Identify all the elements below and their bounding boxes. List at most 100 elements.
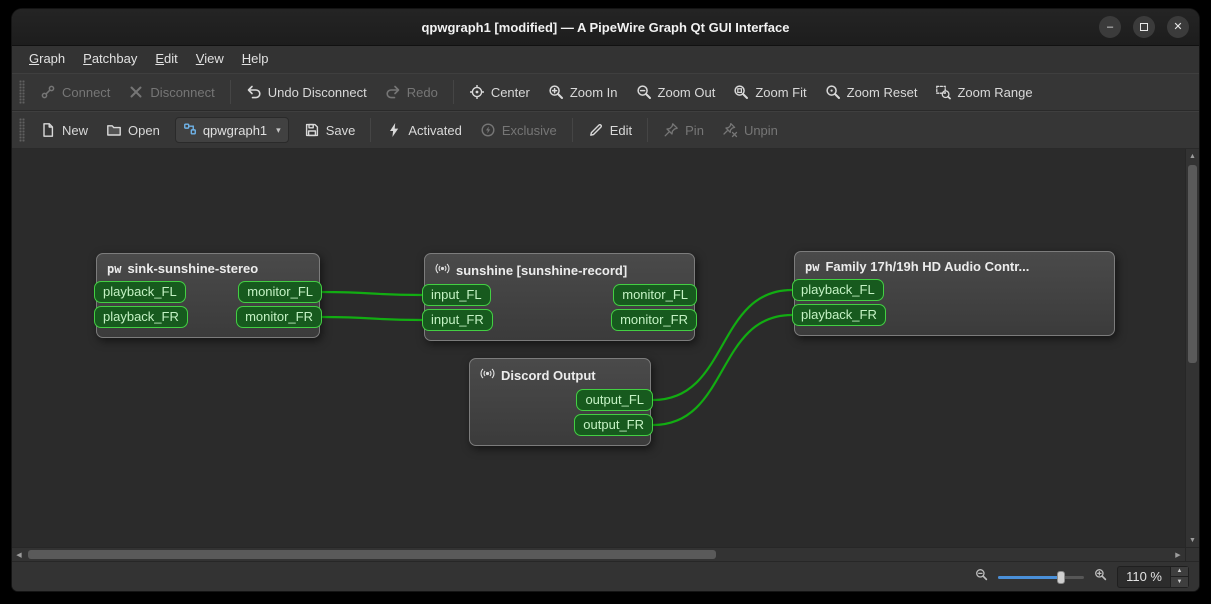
undo-disconnect-button[interactable]: Undo Disconnect: [237, 79, 376, 105]
node-sink-sunshine-stereo[interactable]: pw sink-sunshine-stereo playback_FL play…: [94, 253, 322, 338]
vertical-scrollbar[interactable]: ▲ ▼: [1185, 149, 1199, 547]
port-output[interactable]: monitor_FR: [611, 309, 697, 331]
port-input[interactable]: playback_FR: [792, 304, 886, 326]
port-input[interactable]: input_FL: [422, 284, 491, 306]
zoom-range-button[interactable]: Zoom Range: [926, 79, 1041, 105]
exclusive-icon: [480, 122, 496, 138]
activated-toggle[interactable]: Activated: [377, 117, 470, 143]
toolbar-graph: Connect Disconnect Undo Disconnect Redo …: [12, 73, 1199, 111]
connect-button[interactable]: Connect: [31, 79, 119, 105]
vertical-scroll-thumb[interactable]: [1188, 165, 1197, 363]
pin-button[interactable]: Pin: [654, 117, 713, 143]
scroll-left-arrow[interactable]: ◀: [12, 548, 26, 561]
zoom-out-mini-icon[interactable]: [975, 568, 988, 586]
titlebar[interactable]: qpwgraph1 [modified] — A PipeWire Graph …: [12, 9, 1199, 46]
edit-patchbay-button[interactable]: Edit: [579, 117, 641, 143]
scrollbar-corner: [1185, 547, 1199, 561]
zoom-reset-icon: [825, 84, 841, 100]
zoom-spinbox[interactable]: 110 % ▲ ▼: [1117, 565, 1189, 588]
new-file-icon: [40, 122, 56, 138]
patchbay-icon: [183, 122, 197, 139]
port-output[interactable]: output_FR: [574, 414, 653, 436]
unpin-icon: [722, 122, 738, 138]
node-title: sink-sunshine-stereo: [127, 261, 259, 276]
zoom-reset-button[interactable]: Zoom Reset: [816, 79, 927, 105]
save-patchbay-button[interactable]: Save: [295, 117, 365, 143]
disconnect-icon: [128, 84, 144, 100]
node-discord-output[interactable]: Discord Output output_FL output_FR: [469, 358, 653, 446]
menubar: Graph Patchbay Edit View Help: [12, 46, 1199, 73]
port-output[interactable]: monitor_FR: [236, 306, 322, 328]
zoom-fit-icon: [733, 84, 749, 100]
menu-patchbay[interactable]: Patchbay: [74, 46, 146, 73]
connection-edges: [321, 288, 793, 427]
pin-icon: [663, 122, 679, 138]
node-title: sunshine [sunshine-record]: [456, 262, 628, 278]
open-patchbay-button[interactable]: Open: [97, 117, 169, 143]
port-output[interactable]: monitor_FL: [613, 284, 697, 306]
new-patchbay-button[interactable]: New: [31, 117, 97, 143]
slider-fill: [998, 575, 1060, 579]
port-output[interactable]: monitor_FL: [238, 281, 322, 303]
port-input[interactable]: input_FR: [422, 309, 493, 331]
connect-icon: [40, 84, 56, 100]
scroll-down-arrow[interactable]: ▼: [1186, 533, 1199, 547]
patchbay-select[interactable]: qpwgraph1 ▾: [174, 117, 289, 143]
pipewire-icon: pw: [805, 259, 820, 274]
redo-icon: [385, 84, 401, 100]
maximize-icon: [1140, 23, 1148, 31]
toolbar-drag-handle[interactable]: [19, 80, 25, 104]
spin-down-button[interactable]: ▼: [1171, 577, 1188, 587]
port-output[interactable]: output_FL: [576, 389, 653, 411]
horizontal-scrollbar[interactable]: ◀ ▶: [12, 547, 1185, 561]
port-input[interactable]: playback_FL: [94, 281, 186, 303]
zoom-value[interactable]: 110 %: [1118, 567, 1170, 587]
zoom-slider[interactable]: [998, 570, 1085, 584]
pencil-icon: [588, 122, 604, 138]
toolbar-separator: [647, 118, 649, 142]
node-sunshine-record[interactable]: sunshine [sunshine-record] input_FL inpu…: [422, 253, 697, 341]
zoom-in-mini-icon[interactable]: [1094, 568, 1107, 586]
chevron-down-icon: ▾: [276, 124, 281, 135]
scroll-right-arrow[interactable]: ▶: [1171, 548, 1185, 561]
toolbar-separator: [452, 80, 454, 104]
stream-icon: [480, 366, 495, 384]
maximize-button[interactable]: [1133, 16, 1155, 38]
center-button[interactable]: Center: [460, 79, 539, 105]
redo-button[interactable]: Redo: [376, 79, 447, 105]
node-title: Family 17h/19h HD Audio Contr...: [825, 259, 1030, 274]
zoom-out-button[interactable]: Zoom Out: [627, 79, 725, 105]
minimize-button[interactable]: –: [1099, 16, 1121, 38]
exclusive-toggle[interactable]: Exclusive: [471, 117, 566, 143]
graph-canvas[interactable]: pw sink-sunshine-stereo playback_FL play…: [12, 149, 1185, 547]
menu-edit[interactable]: Edit: [146, 46, 186, 73]
window-title: qpwgraph1 [modified] — A PipeWire Graph …: [421, 19, 790, 35]
zoom-out-icon: [636, 84, 652, 100]
toolbar-patchbay: New Open qpwgraph1 ▾ Save Activated Excl…: [12, 111, 1199, 149]
slider-handle[interactable]: [1056, 570, 1065, 584]
statusbar: 110 % ▲ ▼: [12, 561, 1199, 591]
toolbar-separator: [370, 118, 372, 142]
zoom-in-button[interactable]: Zoom In: [539, 79, 627, 105]
unpin-button[interactable]: Unpin: [713, 117, 787, 143]
close-icon: ✕: [1173, 20, 1183, 33]
close-button[interactable]: ✕: [1167, 16, 1189, 38]
node-family-hd-audio[interactable]: pw Family 17h/19h HD Audio Contr... play…: [792, 251, 1115, 336]
disconnect-button[interactable]: Disconnect: [119, 79, 223, 105]
window-controls: – ✕: [1099, 9, 1189, 45]
port-input[interactable]: playback_FL: [792, 279, 884, 301]
toolbar-separator: [229, 80, 231, 104]
scroll-up-arrow[interactable]: ▲: [1186, 149, 1199, 163]
zoom-fit-button[interactable]: Zoom Fit: [724, 79, 815, 105]
stream-icon: [435, 261, 450, 279]
patchbay-select-value: qpwgraph1: [202, 122, 268, 138]
menu-view[interactable]: View: [187, 46, 233, 73]
port-input[interactable]: playback_FR: [94, 306, 188, 328]
menu-help[interactable]: Help: [233, 46, 278, 73]
spin-up-button[interactable]: ▲: [1171, 566, 1188, 577]
app-window: qpwgraph1 [modified] — A PipeWire Graph …: [12, 9, 1199, 591]
toolbar-separator: [571, 118, 573, 142]
menu-graph[interactable]: Graph: [20, 46, 74, 73]
horizontal-scroll-thumb[interactable]: [28, 550, 716, 559]
toolbar-drag-handle[interactable]: [19, 118, 25, 142]
